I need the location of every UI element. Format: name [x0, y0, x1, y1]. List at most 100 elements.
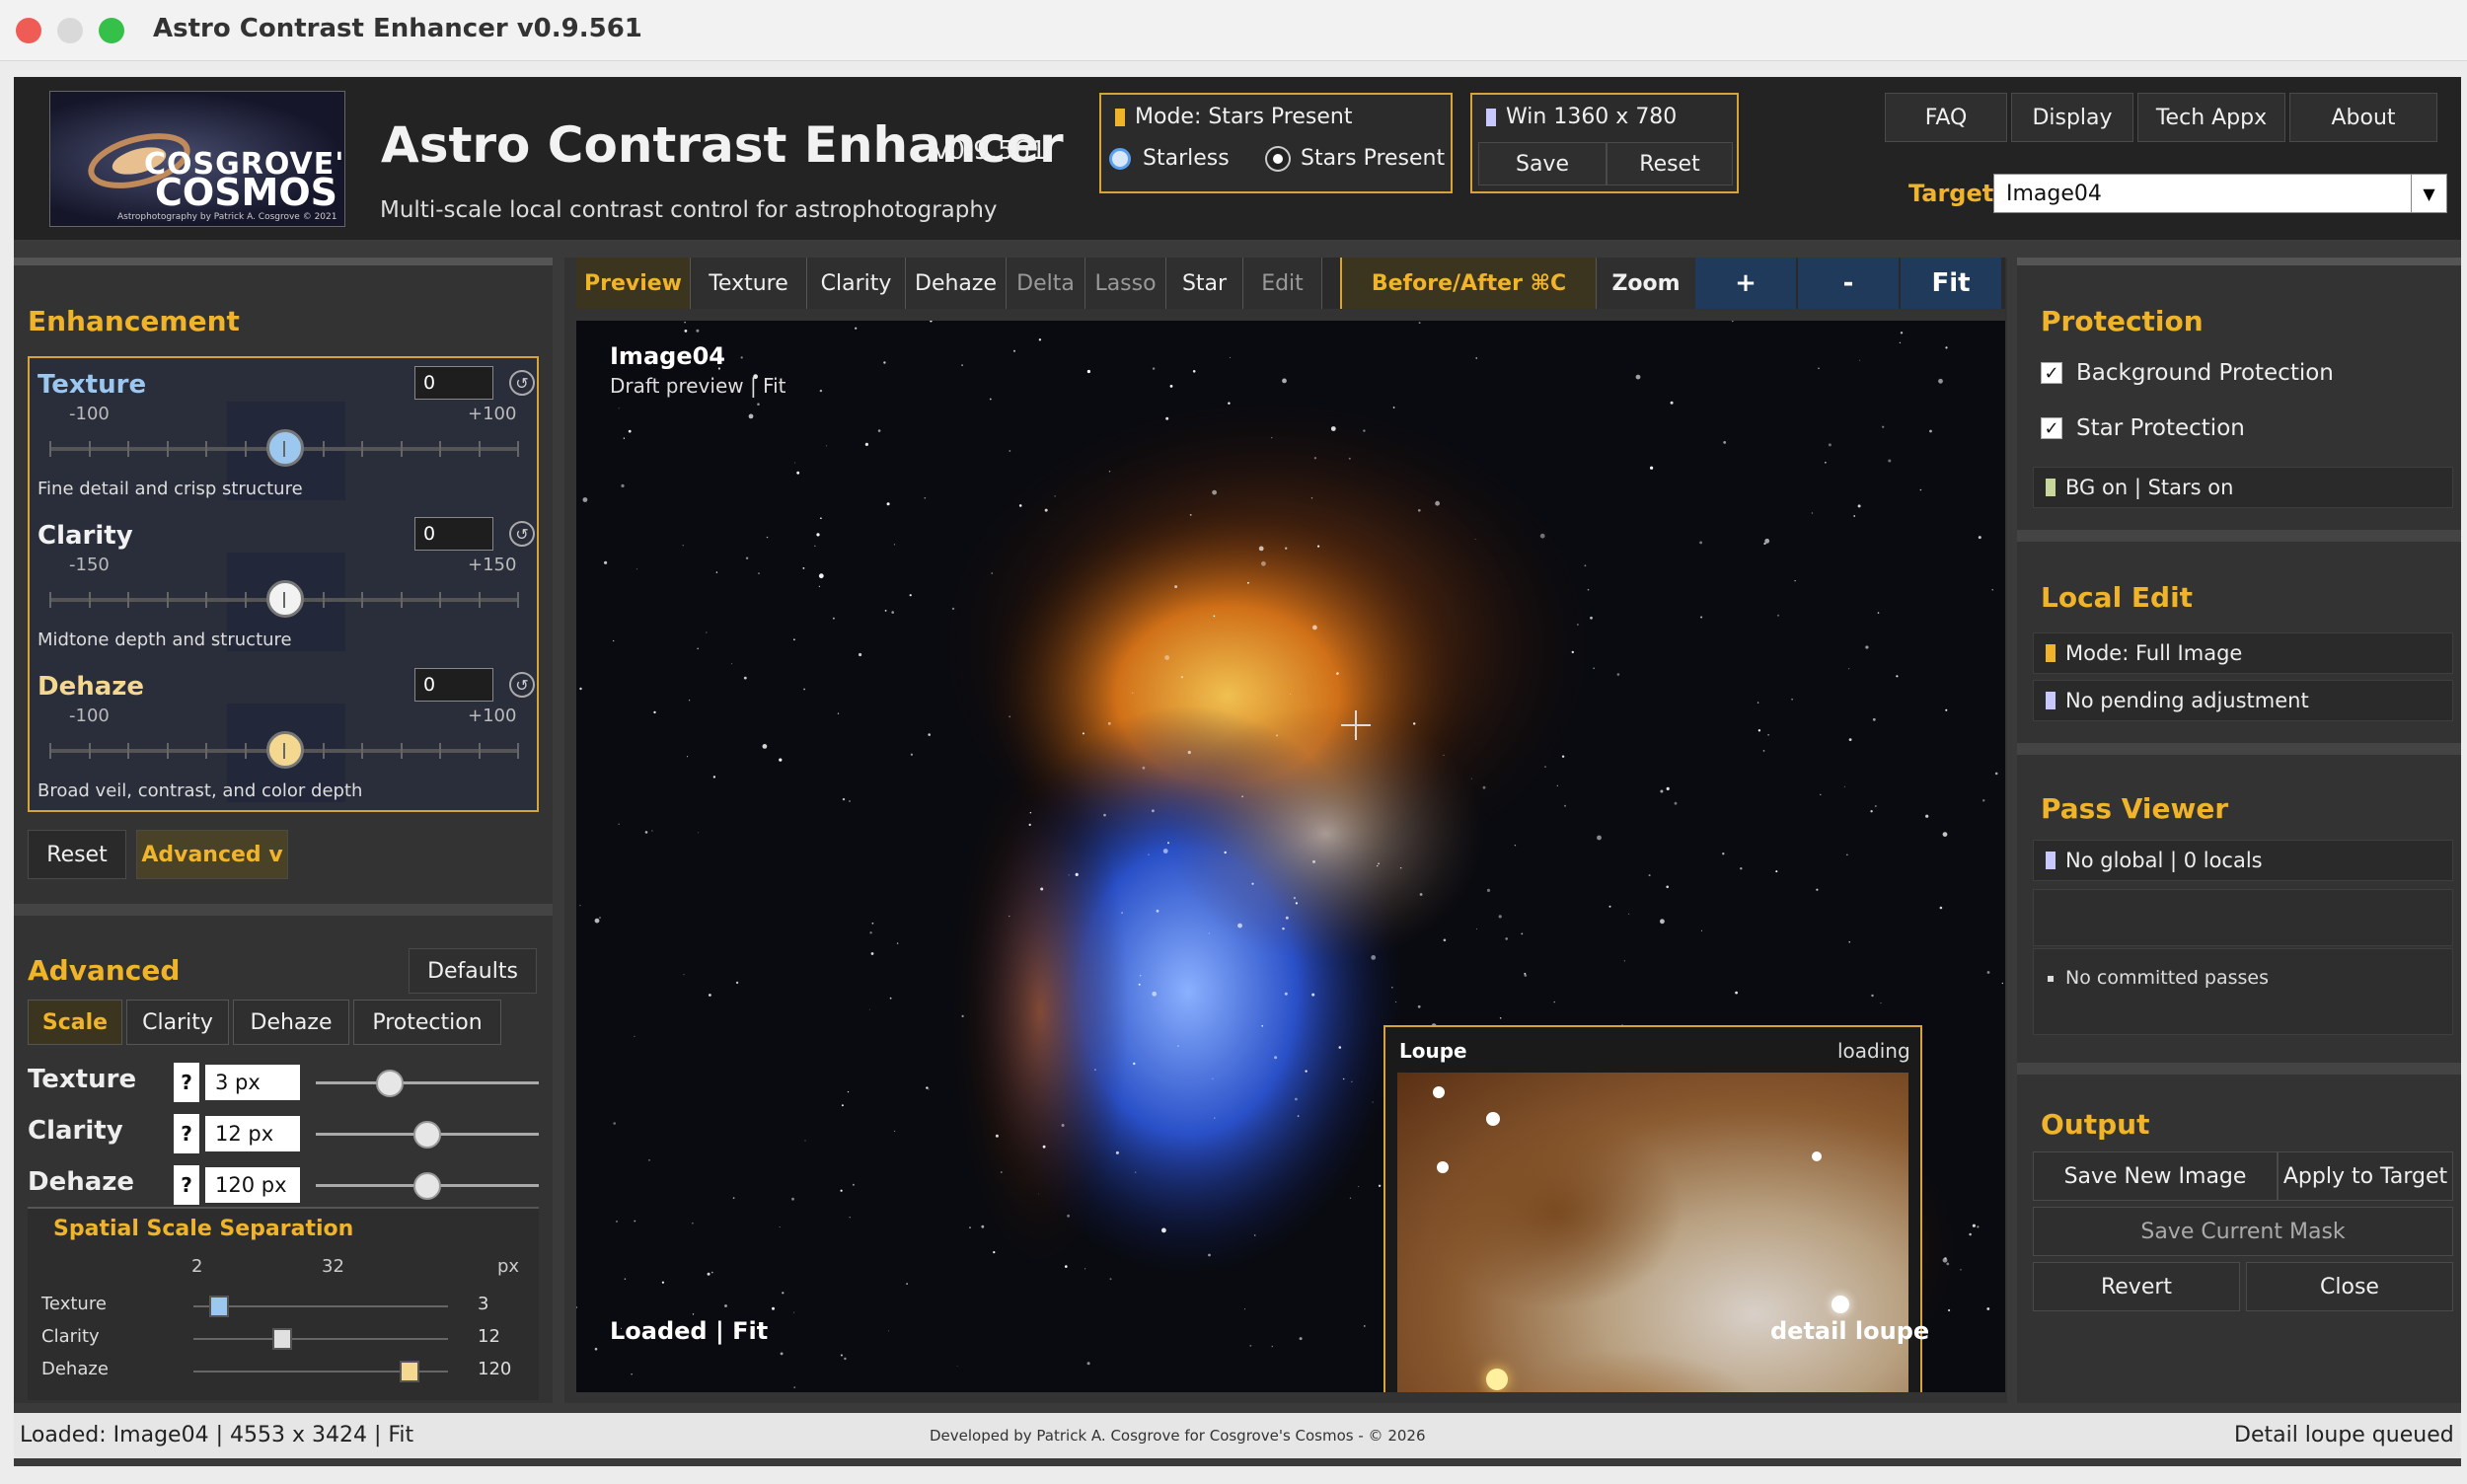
- enhancement-reset-button[interactable]: Reset: [28, 830, 126, 879]
- sss-marker[interactable]: [400, 1361, 420, 1382]
- preview-status-left: Loaded | Fit: [610, 1317, 769, 1345]
- scale-slider-track[interactable]: [316, 1081, 539, 1084]
- radio-starless[interactable]: Starless: [1109, 146, 1230, 171]
- tab-lasso[interactable]: Lasso: [1085, 258, 1166, 309]
- zoom-in-button[interactable]: +: [1695, 258, 1798, 309]
- close-window-icon[interactable]: [16, 18, 41, 43]
- app-window: Astro Contrast Enhancer v0.9.561 COSGROV…: [0, 0, 2467, 1484]
- slider-knob[interactable]: [266, 731, 304, 769]
- background-protection-checkbox[interactable]: ✓ Background Protection: [2041, 360, 2334, 386]
- pass-list-empty: No committed passes: [2065, 967, 2270, 989]
- tab-preview[interactable]: Preview: [576, 258, 691, 309]
- slider-tick: [439, 743, 441, 759]
- zoom-fit-button[interactable]: Fit: [1901, 258, 2003, 309]
- preview-image-name: Image04: [610, 342, 725, 370]
- tab-edit[interactable]: Edit: [1243, 258, 1322, 309]
- target-select[interactable]: Image04 ▼: [1993, 174, 2447, 213]
- center-panel: Preview Texture Clarity Dehaze Delta Lasso Sta…: [564, 258, 2007, 1403]
- revert-button[interactable]: Revert: [2033, 1262, 2240, 1311]
- slider-tick: [166, 441, 169, 457]
- tech-appx-button[interactable]: Tech Appx: [2137, 93, 2285, 142]
- sss-panel: Spatial Scale Separation 2 32 px Texture…: [28, 1207, 539, 1400]
- slider-max-label: +100: [468, 705, 517, 726]
- help-button[interactable]: ?: [174, 1063, 199, 1102]
- help-button[interactable]: ?: [174, 1165, 199, 1205]
- chevron-down-icon[interactable]: ▼: [2411, 175, 2446, 212]
- pass-list[interactable]: No committed passes: [2033, 948, 2453, 1035]
- star-protection-checkbox[interactable]: ✓ Star Protection: [2041, 415, 2245, 441]
- check-icon[interactable]: ✓: [2041, 362, 2062, 384]
- status-indicator: [2046, 692, 2056, 709]
- slider-tick: [205, 743, 207, 759]
- display-button[interactable]: Display: [2011, 93, 2133, 142]
- radio-icon[interactable]: [1109, 147, 1131, 170]
- scale-input[interactable]: 120 px: [205, 1167, 300, 1203]
- preview-canvas[interactable]: Image04 Draft preview | Fit Loupe loadin…: [576, 321, 2005, 1392]
- zoom-window-icon[interactable]: [99, 18, 124, 43]
- mode-indicator: [1115, 109, 1125, 126]
- slider-value-input[interactable]: 0: [414, 366, 493, 400]
- tab-dehaze[interactable]: Dehaze: [233, 1000, 349, 1045]
- radio-selected-icon[interactable]: [1267, 147, 1289, 170]
- slider-tick: [439, 441, 441, 457]
- reset-icon[interactable]: ↺: [509, 370, 535, 396]
- tab-delta[interactable]: Delta: [1007, 258, 1085, 309]
- tab-scale[interactable]: Scale: [28, 1000, 122, 1045]
- apply-to-target-button[interactable]: Apply to Target: [2278, 1151, 2453, 1201]
- scale-slider-knob[interactable]: [413, 1121, 441, 1149]
- tab-clarity[interactable]: Clarity: [126, 1000, 229, 1045]
- advanced-toggle-button[interactable]: Advanced v: [136, 830, 288, 879]
- divider: [14, 258, 553, 265]
- slider-knob[interactable]: [266, 429, 304, 467]
- status-indicator: [2046, 644, 2056, 662]
- mode-panel: Mode: Stars Present Starless Stars Prese…: [1099, 93, 1453, 193]
- tab-star[interactable]: Star: [1166, 258, 1243, 309]
- reset-icon[interactable]: ↺: [509, 521, 535, 547]
- reset-icon[interactable]: ↺: [509, 672, 535, 698]
- slider-tick: [127, 441, 129, 457]
- help-button[interactable]: ?: [174, 1114, 199, 1153]
- slider-value-input[interactable]: 0: [414, 517, 493, 551]
- tab-texture[interactable]: Texture: [691, 258, 807, 309]
- save-current-mask-button[interactable]: Save Current Mask: [2033, 1207, 2453, 1256]
- check-icon[interactable]: ✓: [2041, 417, 2062, 439]
- faq-button[interactable]: FAQ: [1885, 93, 2007, 142]
- slider-min-label: -100: [69, 705, 110, 726]
- slider-max-label: +100: [468, 404, 517, 424]
- bullet-icon: [2048, 975, 2054, 982]
- tab-clarity[interactable]: Clarity: [807, 258, 906, 309]
- local-edit-pending: No pending adjustment: [2033, 680, 2453, 721]
- scale-slider-knob[interactable]: [375, 1070, 404, 1097]
- reset-window-button[interactable]: Reset: [1607, 142, 1733, 186]
- defaults-button[interactable]: Defaults: [409, 948, 537, 994]
- advanced-heading: Advanced: [28, 954, 181, 987]
- protection-status: BG on | Stars on: [2033, 467, 2453, 508]
- tab-protection[interactable]: Protection: [353, 1000, 501, 1045]
- cosgroves-cosmos-logo: COSGROVE'S COSMOS Astrophotography by Pa…: [49, 91, 345, 227]
- slider-value-input[interactable]: 0: [414, 668, 493, 702]
- slider-tick: [361, 592, 363, 608]
- sss-marker[interactable]: [272, 1328, 293, 1350]
- close-button[interactable]: Close: [2246, 1262, 2453, 1311]
- save-new-image-button[interactable]: Save New Image: [2033, 1151, 2278, 1201]
- minimize-window-icon[interactable]: [57, 18, 83, 43]
- scale-input[interactable]: 3 px: [205, 1065, 300, 1100]
- mode-label: Mode: Stars Present: [1115, 105, 1352, 129]
- tab-dehaze[interactable]: Dehaze: [906, 258, 1007, 309]
- local-edit-heading: Local Edit: [2041, 581, 2194, 614]
- scale-input[interactable]: 12 px: [205, 1116, 300, 1151]
- app-version: v0.9.561: [934, 136, 1047, 166]
- win-size-label: Win 1360 x 780: [1486, 105, 1677, 129]
- about-button[interactable]: About: [2289, 93, 2437, 142]
- slider-tick: [517, 441, 519, 457]
- app-subtitle: Multi-scale local contrast control for a…: [380, 197, 998, 223]
- crosshair-icon: [1341, 710, 1371, 740]
- sss-track: [193, 1305, 448, 1307]
- scale-slider-knob[interactable]: [413, 1172, 441, 1200]
- save-window-button[interactable]: Save: [1478, 142, 1607, 186]
- before-after-button[interactable]: Before/After ⌘C: [1340, 258, 1597, 309]
- slider-knob[interactable]: [266, 580, 304, 618]
- zoom-out-button[interactable]: -: [1798, 258, 1901, 309]
- sss-marker[interactable]: [208, 1296, 229, 1317]
- radio-stars-present[interactable]: Stars Present: [1267, 146, 1445, 171]
